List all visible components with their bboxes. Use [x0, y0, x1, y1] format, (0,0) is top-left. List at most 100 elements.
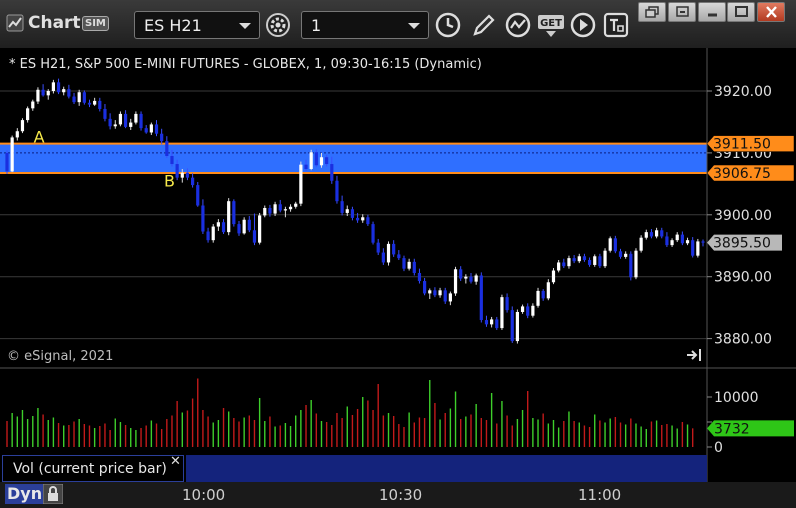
candle-body	[541, 290, 545, 299]
candle-body	[46, 91, 50, 96]
candle-body	[598, 256, 602, 267]
candle-body	[288, 206, 293, 210]
candle-body	[325, 157, 329, 165]
candle-body	[381, 252, 385, 263]
volume-study-label: Vol (current price bar)	[13, 461, 167, 477]
restore-icon	[645, 6, 659, 18]
candle-body	[448, 293, 452, 302]
candle-body	[474, 275, 478, 282]
candle-body	[593, 256, 597, 265]
interval-value: 1	[311, 16, 322, 35]
candle-body	[665, 236, 669, 246]
study-label-strip	[186, 455, 707, 482]
candle-body	[531, 305, 535, 316]
candle-body	[294, 203, 298, 207]
maximize-button[interactable]	[727, 2, 755, 22]
candle-body	[283, 209, 287, 211]
app-title: Chart	[28, 13, 81, 33]
candle-body	[639, 237, 643, 251]
chart-app-icon	[6, 14, 24, 32]
candle-body	[433, 290, 437, 296]
svg-text:GET: GET	[540, 18, 562, 29]
candle-body	[309, 152, 313, 169]
zone-high-price-label: 3911.50	[706, 135, 795, 153]
candle-body	[108, 118, 112, 127]
candle-body	[299, 164, 303, 204]
candle-body	[185, 172, 190, 178]
symbol-combobox[interactable]: ES H21	[134, 11, 260, 39]
minimize-icon	[708, 13, 717, 17]
candle-body	[206, 231, 210, 241]
candle-body	[191, 177, 195, 186]
candle-body	[335, 180, 339, 202]
copyright-text: © eSignal, 2021	[7, 349, 113, 364]
candle-body	[495, 319, 499, 329]
candle-body	[201, 205, 205, 232]
chevron-down-icon	[408, 23, 420, 29]
candle-body	[479, 275, 483, 321]
candle-body	[412, 261, 416, 273]
candle-body	[165, 141, 169, 156]
studies-icon[interactable]	[504, 11, 532, 39]
candle-body	[510, 310, 514, 342]
dynamic-mode-label[interactable]: Dyn	[5, 484, 45, 504]
candle-body	[175, 164, 179, 178]
candle-body	[520, 306, 525, 312]
candle-body	[613, 238, 617, 252]
candle-body	[603, 250, 607, 267]
candle-body	[340, 201, 344, 213]
candle-body	[51, 82, 55, 91]
maximize-icon	[735, 6, 748, 17]
interval-combobox[interactable]: 1	[301, 11, 429, 39]
candle-body	[103, 108, 107, 119]
price-tick-label: 3900.00	[714, 208, 772, 224]
time-and-sales-icon[interactable]	[602, 11, 630, 39]
candle-body	[139, 113, 143, 129]
restore-button[interactable]	[638, 2, 666, 22]
candle-body	[36, 89, 40, 102]
pencil-draw-icon[interactable]	[470, 11, 498, 39]
volume-study-label-box[interactable]: Vol (current price bar)	[2, 455, 184, 482]
candle-body	[67, 89, 71, 97]
chart-area[interactable]: * ES H21, S&P 500 E-MINI FUTURES - GLOBE…	[0, 48, 796, 482]
candle-body	[258, 215, 262, 243]
minimize-button[interactable]	[698, 2, 726, 22]
candle-body	[618, 251, 623, 257]
candle-body	[216, 222, 220, 227]
candle-body	[242, 219, 246, 234]
volume-last-tag-text: 3732	[714, 421, 750, 437]
title-bar[interactable]: Chart SIM ES H21 1 GET	[0, 0, 796, 48]
candle-body	[350, 209, 355, 218]
candle-body	[670, 240, 674, 246]
candle-body	[221, 222, 226, 233]
candle-body	[536, 290, 540, 306]
chevron-down-icon	[239, 23, 251, 29]
candle-body	[77, 92, 81, 103]
lock-icon[interactable]	[43, 484, 63, 504]
clock-icon[interactable]	[434, 11, 462, 39]
annotation-label: A	[34, 128, 45, 147]
minimize-to-tray-button[interactable]	[668, 2, 696, 22]
candle-body	[397, 254, 401, 259]
candle-body	[386, 243, 391, 263]
candle-body	[180, 172, 184, 178]
zone-low-price-label: 3906.75	[706, 164, 795, 182]
candle-body	[278, 204, 282, 211]
candle-body	[149, 124, 153, 133]
candle-body	[685, 240, 690, 244]
candle-body	[562, 262, 566, 267]
candle-body	[464, 276, 468, 279]
candle-body	[577, 256, 581, 262]
close-study-icon[interactable]: ✕	[170, 454, 181, 469]
candle-body	[41, 89, 45, 96]
settings-gear-icon[interactable]	[264, 11, 292, 39]
get-data-icon[interactable]: GET	[537, 11, 567, 39]
time-tick-label: 11:00	[578, 486, 622, 504]
close-button[interactable]	[757, 2, 785, 22]
play-icon[interactable]	[569, 11, 597, 39]
candle-body	[469, 276, 473, 282]
candle-body	[701, 241, 705, 243]
candle-body	[93, 100, 97, 105]
candle-body	[428, 290, 432, 294]
candle-body	[484, 320, 489, 325]
